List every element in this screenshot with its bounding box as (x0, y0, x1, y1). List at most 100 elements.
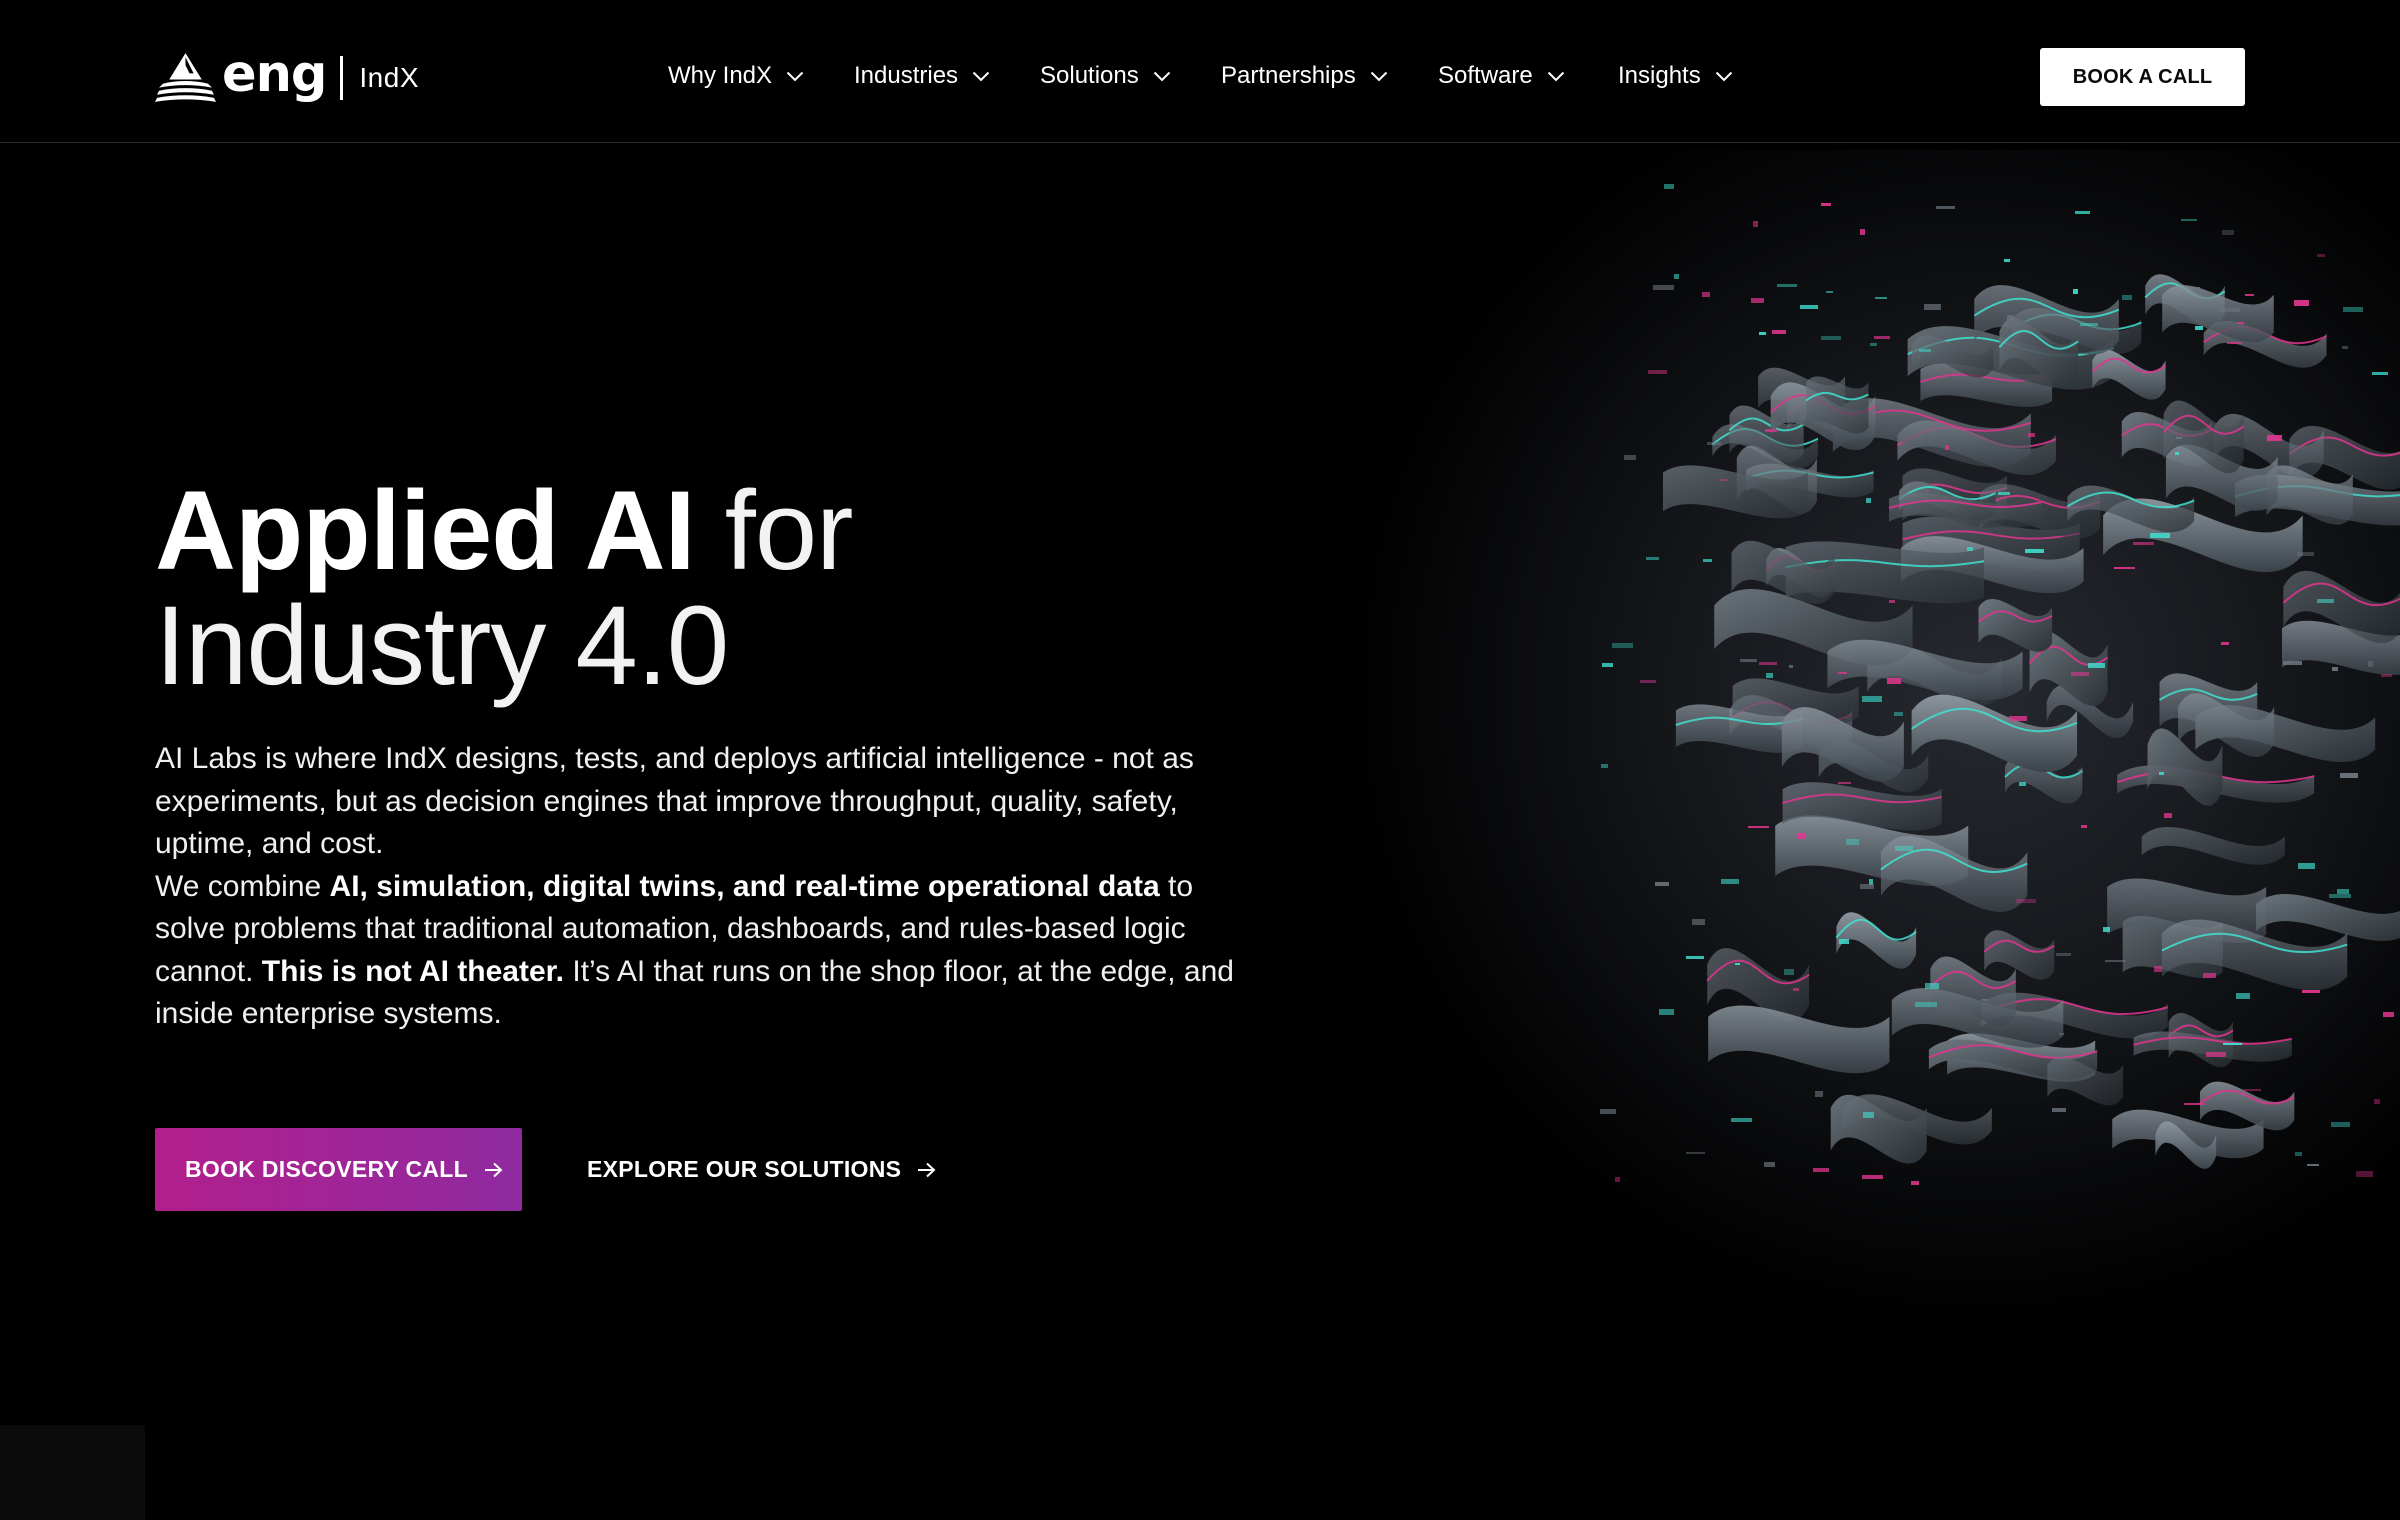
art-speck (1800, 305, 1818, 309)
art-speck (1925, 983, 1939, 989)
art-ribbon (2256, 894, 2400, 941)
art-speck (1766, 673, 1773, 678)
art-speck (2356, 1171, 2373, 1177)
art-speck (1826, 291, 1833, 293)
art-speck (2175, 452, 2179, 455)
book-discovery-call-button[interactable]: BOOK DISCOVERY CALL (155, 1128, 522, 1211)
art-speck (2078, 769, 2083, 773)
art-speck (1686, 956, 1704, 959)
art-speck (2243, 1089, 2261, 1091)
nav-item-label: Why IndX (668, 62, 773, 89)
chevron-down-icon (786, 71, 804, 81)
nav-item-industries[interactable]: Industries (854, 58, 990, 94)
art-speck (2176, 437, 2182, 439)
art-speck (2154, 966, 2162, 972)
art-ribbon (2141, 826, 2285, 865)
art-speck (1703, 559, 1712, 562)
art-speck (1659, 1009, 1674, 1015)
art-speck (2184, 1103, 2205, 1105)
art-speck (2329, 894, 2351, 898)
book-a-call-button[interactable]: BOOK A CALL (2040, 48, 2245, 106)
art-speck (2222, 230, 2234, 235)
art-speck (1870, 343, 1877, 346)
art-speck (2237, 322, 2244, 324)
art-ribbon (2092, 349, 2166, 400)
art-speck (2298, 863, 2315, 869)
art-speck (2122, 295, 2132, 300)
art-speck (1601, 764, 1608, 768)
art-speck (2105, 960, 2126, 962)
art-speck (1759, 332, 1766, 335)
art-speck (1821, 203, 1831, 206)
art-speck (2331, 1122, 2350, 1127)
hero-title-bold: Applied AI (155, 468, 696, 593)
art-speck (2059, 1033, 2064, 1035)
art-speck (2227, 342, 2242, 344)
art-speck (2056, 953, 2071, 956)
art-speck (1860, 229, 1865, 235)
art-speck (1815, 1091, 1823, 1097)
chevron-down-icon (972, 71, 990, 81)
art-speck (1664, 184, 1674, 189)
art-speck (2171, 302, 2186, 306)
art-speck (1655, 882, 1669, 886)
art-speck (1821, 336, 1841, 340)
art-speck (1862, 696, 1882, 702)
art-speck (2203, 973, 2216, 978)
arrow-right-icon (485, 1162, 503, 1177)
art-speck (1615, 1177, 1620, 1182)
art-speck (1998, 492, 2010, 495)
art-speck (1863, 1112, 1874, 1118)
art-speck (2267, 435, 2282, 441)
art-speck (1839, 939, 1849, 944)
art-speck (2317, 599, 2334, 603)
chevron-down-icon (1547, 71, 1564, 81)
art-speck (2159, 772, 2164, 775)
art-speck (1648, 370, 1667, 374)
art-speck (2114, 567, 2135, 569)
chevron-down-icon (1153, 71, 1170, 81)
art-speck (2071, 672, 2089, 676)
art-speck (1600, 1109, 1616, 1114)
art-ribbon (1984, 930, 2055, 980)
art-speck (1612, 643, 1633, 648)
art-speck (2019, 782, 2026, 786)
art-speck (1813, 1168, 1829, 1172)
nav-item-partnerships[interactable]: Partnerships (1221, 58, 1388, 94)
nav-item-software[interactable]: Software (1438, 58, 1565, 94)
art-speck (2052, 1108, 2066, 1112)
art-speck (2297, 552, 2314, 556)
nav-item-solutions[interactable]: Solutions (1040, 58, 1171, 94)
art-speck (1751, 298, 1764, 303)
art-speck (1707, 442, 1721, 445)
art-speck (2302, 990, 2320, 993)
art-speck (2133, 542, 2154, 545)
art-speck (1911, 1181, 1919, 1185)
art-speck (2025, 549, 2044, 553)
art-speck (2236, 993, 2250, 999)
hero-title-line-2: Industry 4.0 (155, 583, 729, 708)
art-speck (1981, 999, 1988, 1001)
art-speck (2294, 300, 2309, 306)
art-speck (2342, 346, 2348, 349)
art-speck (1874, 336, 1890, 339)
explore-solutions-link[interactable]: EXPLORE OUR SOLUTIONS (587, 1128, 936, 1211)
art-speck (1936, 206, 1955, 209)
nav-item-why-indx[interactable]: Why IndX (668, 58, 804, 94)
art-speck (1860, 884, 1874, 889)
art-speck (1889, 600, 1895, 603)
art-speck (1721, 879, 1739, 884)
art-speck (2221, 642, 2229, 645)
hero-paragraph-1: AI Labs is where IndX designs, tests, an… (155, 742, 1194, 860)
art-speck (2317, 254, 2325, 257)
art-speck (1784, 969, 1794, 975)
chevron-down-icon (1715, 71, 1732, 81)
art-speck (1719, 479, 1727, 481)
art-speck (2195, 326, 2203, 330)
hero-title-line-1: Applied AI for (155, 475, 853, 587)
art-speck (1765, 429, 1777, 432)
nav-item-insights[interactable]: Insights (1618, 58, 1733, 94)
art-speck (2372, 372, 2388, 375)
art-speck (1875, 297, 1887, 299)
art-speck (1797, 833, 1805, 839)
